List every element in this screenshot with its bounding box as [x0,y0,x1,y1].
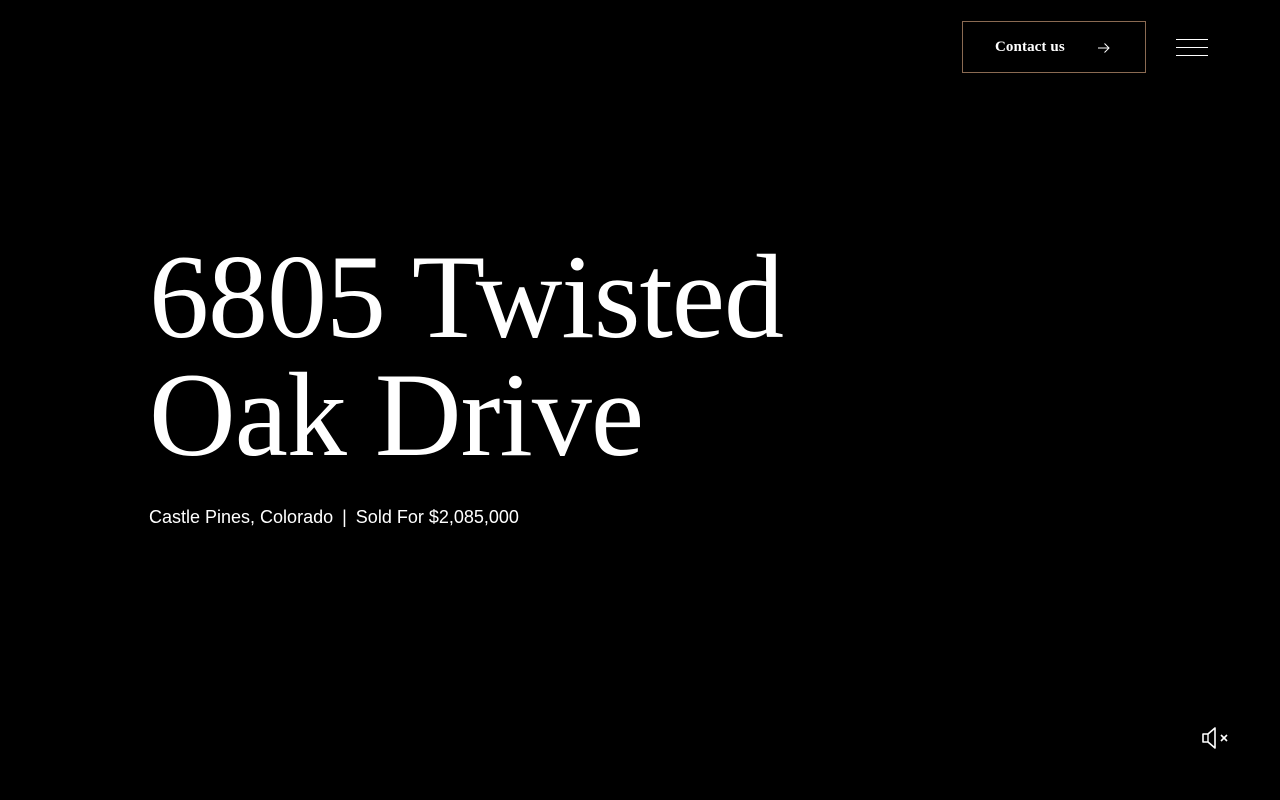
site-header: Contact us [0,0,1280,96]
title-line-2: Oak Drive [149,348,644,481]
property-sale-status: Sold For $2,085,000 [355,507,519,527]
arrow-right-icon [1098,43,1110,53]
page: Contact us 6805 Twisted Oak Drive Castle… [0,0,1280,800]
hamburger-menu-icon[interactable] [1176,38,1208,58]
property-meta: Castle Pines, Colorado | Sold For $2,085,0… [149,507,519,528]
menu-bar-bottom [1176,55,1208,56]
title-line-1: 6805 Twisted [149,230,784,363]
property-location: Castle Pines, Colorado [149,507,334,527]
property-address-title: 6805 Twisted Oak Drive [149,230,1049,481]
hero-section: 6805 Twisted Oak Drive [149,230,1049,481]
contact-us-label: Contact us [995,38,1065,55]
menu-bar-top [1176,39,1208,40]
speaker-muted-icon[interactable] [1200,724,1232,752]
contact-us-button[interactable]: Contact us [962,21,1146,73]
meta-separator: | [342,507,347,527]
menu-bar-middle [1176,47,1208,48]
